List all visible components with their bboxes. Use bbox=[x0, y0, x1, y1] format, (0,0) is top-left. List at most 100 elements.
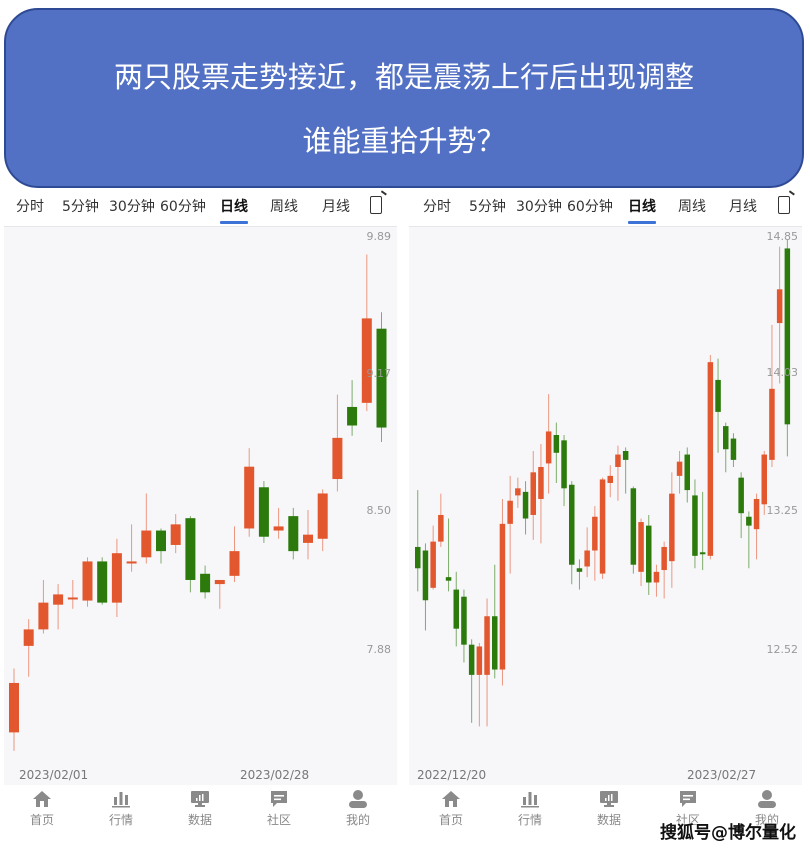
candle bbox=[669, 472, 675, 588]
candle-body bbox=[156, 530, 166, 552]
candle-body bbox=[692, 495, 698, 556]
candle-body bbox=[545, 431, 552, 464]
candle bbox=[468, 639, 475, 723]
candle-body bbox=[468, 644, 475, 675]
candlestick-chart-left[interactable]: 9.89 9.17 8.50 7.88 2023/02/01 2023/02/2… bbox=[4, 226, 397, 785]
candle-body bbox=[561, 440, 567, 489]
candle-body bbox=[9, 682, 19, 733]
nav-home[interactable]: 首页 bbox=[421, 790, 481, 828]
tab-weekly[interactable]: 周线 bbox=[270, 196, 298, 216]
period-tabs: 分时 5分钟 30分钟 60分钟 日线 周线 月线 bbox=[409, 188, 806, 226]
nav-me[interactable]: 我的 bbox=[328, 790, 388, 828]
candle bbox=[569, 481, 575, 585]
candle bbox=[776, 246, 783, 384]
candle bbox=[185, 516, 196, 593]
stock-panel-right: 分时 5分钟 30分钟 60分钟 日线 周线 月线 14.85 14.03 13… bbox=[409, 188, 806, 848]
candle-body bbox=[111, 553, 122, 603]
candle bbox=[723, 422, 729, 473]
candle bbox=[67, 579, 78, 609]
tab-daily[interactable]: 日线 bbox=[220, 196, 248, 224]
candle bbox=[561, 435, 567, 507]
nav-community[interactable]: 社区 bbox=[249, 790, 309, 828]
monitor-chart-icon bbox=[190, 790, 210, 808]
candle bbox=[715, 358, 721, 453]
tab-60min[interactable]: 60分钟 bbox=[160, 196, 206, 216]
candle-body bbox=[599, 479, 606, 574]
candle bbox=[9, 668, 19, 751]
tab-30min[interactable]: 30分钟 bbox=[516, 196, 562, 216]
candle-body bbox=[332, 437, 343, 480]
candle bbox=[730, 433, 737, 467]
candle-body bbox=[53, 594, 64, 605]
nav-market[interactable]: 行情 bbox=[500, 790, 560, 828]
candle bbox=[699, 491, 706, 571]
candle bbox=[599, 477, 606, 579]
candle-body bbox=[185, 518, 196, 580]
candle bbox=[607, 465, 613, 498]
candle bbox=[317, 489, 328, 552]
tab-60min[interactable]: 60分钟 bbox=[567, 196, 613, 216]
tab-timeshare[interactable]: 分时 bbox=[16, 196, 44, 216]
candle-body bbox=[288, 516, 299, 552]
title-banner: 两只股票走势接近，都是震荡上行后出现调整 谁能重拾升势？ bbox=[4, 8, 804, 188]
candle bbox=[476, 642, 483, 727]
candle bbox=[584, 527, 590, 578]
tab-daily[interactable]: 日线 bbox=[628, 196, 656, 224]
candle-body bbox=[676, 461, 683, 476]
candle bbox=[170, 514, 181, 554]
candle-body bbox=[699, 552, 706, 555]
candle-body bbox=[430, 541, 436, 588]
candle-body bbox=[630, 488, 637, 565]
candlestick-svg-right bbox=[415, 239, 791, 727]
tab-monthly[interactable]: 月线 bbox=[322, 196, 350, 216]
candle bbox=[753, 493, 760, 560]
candle-body bbox=[538, 466, 544, 499]
candle-body bbox=[445, 577, 452, 581]
rotate-screen-icon[interactable] bbox=[778, 196, 790, 214]
rotate-screen-icon[interactable] bbox=[370, 196, 382, 214]
candle bbox=[23, 619, 34, 677]
user-icon bbox=[757, 790, 777, 808]
bar-chart-icon bbox=[520, 790, 540, 808]
candle-body bbox=[607, 475, 613, 483]
candle-body bbox=[730, 438, 737, 460]
candle-body bbox=[761, 454, 767, 505]
candle-body bbox=[515, 488, 521, 496]
candle bbox=[200, 565, 211, 599]
nav-home[interactable]: 首页 bbox=[12, 790, 72, 828]
candle bbox=[156, 528, 166, 564]
nav-data[interactable]: 数据 bbox=[579, 790, 639, 828]
candle-body bbox=[67, 597, 78, 600]
candle bbox=[214, 579, 225, 609]
candlestick-chart-right[interactable]: 14.85 14.03 13.25 12.52 2022/12/20 2023/… bbox=[409, 226, 802, 785]
tab-timeshare[interactable]: 分时 bbox=[423, 196, 451, 216]
candle-body bbox=[753, 498, 760, 530]
candle bbox=[522, 481, 529, 535]
candle bbox=[303, 509, 313, 560]
chat-bubble-icon bbox=[269, 790, 289, 808]
y-tick-label: 8.50 bbox=[366, 504, 392, 517]
tab-monthly[interactable]: 月线 bbox=[729, 196, 757, 216]
nav-market[interactable]: 行情 bbox=[91, 790, 151, 828]
tab-30min[interactable]: 30分钟 bbox=[109, 196, 155, 216]
tab-weekly[interactable]: 周线 bbox=[678, 196, 706, 216]
candle bbox=[53, 584, 64, 630]
candle-body bbox=[723, 426, 729, 450]
candle-body bbox=[507, 500, 513, 524]
tab-5min[interactable]: 5分钟 bbox=[469, 196, 506, 216]
banner-title-line2: 谁能重拾升势？ bbox=[302, 124, 506, 158]
nav-data[interactable]: 数据 bbox=[170, 790, 230, 828]
candle-body bbox=[476, 646, 483, 675]
candle-body bbox=[484, 616, 490, 675]
y-tick-label: 12.52 bbox=[766, 643, 799, 656]
candle bbox=[453, 571, 459, 647]
candle bbox=[592, 506, 598, 581]
candle-body bbox=[244, 466, 255, 529]
candle bbox=[499, 498, 506, 686]
candle-body bbox=[715, 379, 721, 412]
candle bbox=[784, 239, 791, 457]
period-tabs: 分时 5分钟 30分钟 60分钟 日线 周线 月线 bbox=[4, 188, 401, 226]
tab-5min[interactable]: 5分钟 bbox=[62, 196, 99, 216]
candle-body bbox=[38, 602, 49, 630]
candle bbox=[707, 355, 714, 560]
